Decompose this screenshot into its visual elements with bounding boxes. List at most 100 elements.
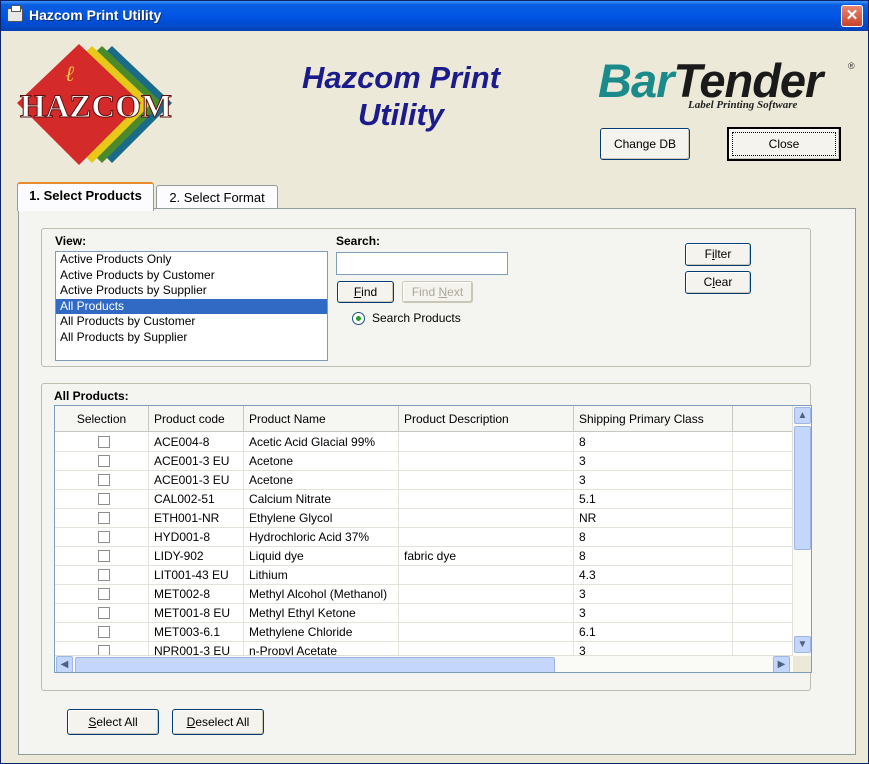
- product-name-cell: Acetone: [244, 452, 399, 471]
- search-label: Search:: [336, 234, 381, 248]
- selection-checkbox[interactable]: [98, 531, 110, 543]
- selection-checkbox[interactable]: [98, 474, 110, 486]
- product-name-cell: Acetic Acid Glacial 99%: [244, 433, 399, 452]
- selection-cell: [55, 623, 149, 642]
- product-description-cell: [399, 604, 574, 623]
- selection-cell: [55, 490, 149, 509]
- product-description-cell: [399, 433, 574, 452]
- list-item[interactable]: Active Products by Customer: [56, 268, 327, 284]
- table-row[interactable]: ETH001-NR Ethylene Glycol NR: [55, 509, 793, 528]
- product-name-cell: Lithium: [244, 566, 399, 585]
- filler-cell: [733, 528, 793, 547]
- scroll-right-icon[interactable]: ▶: [773, 656, 790, 672]
- scroll-corner: [793, 656, 811, 672]
- selection-checkbox[interactable]: [98, 550, 110, 562]
- products-grid[interactable]: Selection Product code Product Name Prod…: [54, 405, 812, 673]
- selection-checkbox[interactable]: [98, 455, 110, 467]
- selection-checkbox[interactable]: [98, 569, 110, 581]
- product-code-cell: ACE001-3 EU: [149, 452, 244, 471]
- table-row[interactable]: MET002-8 Methyl Alcohol (Methanol) 3: [55, 585, 793, 604]
- selection-cell: [55, 604, 149, 623]
- deselect-all-button[interactable]: Deselect All: [172, 709, 264, 735]
- main-window: Hazcom Print Utility ✕ ℓ HAZCOM Hazcom P…: [0, 0, 869, 764]
- shipping-class-cell: 3: [574, 585, 733, 604]
- change-db-button[interactable]: Change DB: [600, 128, 690, 160]
- scroll-left-icon[interactable]: ◀: [56, 656, 73, 672]
- column-header-class[interactable]: Shipping Primary Class: [574, 406, 733, 432]
- selection-checkbox[interactable]: [98, 588, 110, 600]
- column-header-name[interactable]: Product Name: [244, 406, 399, 432]
- app-title-line2: Utility: [357, 97, 445, 132]
- tab-select-products[interactable]: 1. Select Products: [17, 182, 154, 211]
- selection-checkbox[interactable]: [98, 626, 110, 638]
- column-header-filler: [733, 406, 793, 432]
- table-row[interactable]: LIDY-902 Liquid dye fabric dye 8: [55, 547, 793, 566]
- horizontal-scrollbar[interactable]: ◀ ▶: [55, 655, 793, 672]
- scroll-up-icon[interactable]: ▲: [794, 407, 811, 424]
- view-listbox[interactable]: Active Products Only Active Products by …: [55, 251, 328, 361]
- table-row[interactable]: CAL002-51 Calcium Nitrate 5.1: [55, 490, 793, 509]
- selection-cell: [55, 547, 149, 566]
- shipping-class-cell: 6.1: [574, 623, 733, 642]
- selection-cell: [55, 528, 149, 547]
- shipping-class-cell: 4.3: [574, 566, 733, 585]
- find-button[interactable]: Find: [337, 281, 394, 303]
- window-close-button[interactable]: ✕: [841, 5, 863, 27]
- selection-checkbox[interactable]: [98, 607, 110, 619]
- product-name-cell: Methyl Alcohol (Methanol): [244, 585, 399, 604]
- product-name-cell: Methyl Ethyl Ketone: [244, 604, 399, 623]
- product-description-cell: [399, 490, 574, 509]
- selection-cell: [55, 433, 149, 452]
- list-item[interactable]: Active Products Only: [56, 252, 327, 268]
- vertical-scrollbar[interactable]: ▲ ▼: [792, 406, 811, 656]
- search-input[interactable]: [336, 252, 508, 275]
- select-all-button[interactable]: Select All: [67, 709, 159, 735]
- close-button[interactable]: Close: [727, 127, 841, 161]
- product-description-cell: [399, 585, 574, 604]
- table-row[interactable]: ACE004-8 Acetic Acid Glacial 99% 8: [55, 433, 793, 452]
- list-item[interactable]: Active Products by Supplier: [56, 283, 327, 299]
- list-item[interactable]: All Products by Customer: [56, 314, 327, 330]
- horizontal-scroll-thumb[interactable]: [75, 657, 555, 672]
- search-products-radio[interactable]: [352, 312, 365, 325]
- shipping-class-cell: 3: [574, 604, 733, 623]
- column-header-selection[interactable]: Selection: [55, 406, 149, 432]
- column-header-description[interactable]: Product Description: [399, 406, 574, 432]
- selection-checkbox[interactable]: [98, 436, 110, 448]
- table-row[interactable]: HYD001-8 Hydrochloric Acid 37% 8: [55, 528, 793, 547]
- product-name-cell: Acetone: [244, 471, 399, 490]
- hazcom-logo: ℓ HAZCOM: [17, 44, 173, 165]
- view-label: View:: [55, 234, 87, 248]
- selection-cell: [55, 452, 149, 471]
- shipping-class-cell: 3: [574, 452, 733, 471]
- table-row[interactable]: ACE001-3 EU Acetone 3: [55, 471, 793, 490]
- filler-cell: [733, 471, 793, 490]
- find-next-button[interactable]: Find Next: [402, 281, 473, 303]
- app-title: Hazcom Print Utility: [271, 59, 531, 133]
- title-bar[interactable]: Hazcom Print Utility ✕: [1, 1, 868, 31]
- table-row[interactable]: MET001-8 EU Methyl Ethyl Ketone 3: [55, 604, 793, 623]
- table-row[interactable]: LIT001-43 EU Lithium 4.3: [55, 566, 793, 585]
- scroll-down-icon[interactable]: ▼: [794, 636, 811, 653]
- product-name-cell: Ethylene Glycol: [244, 509, 399, 528]
- selection-cell: [55, 585, 149, 604]
- clear-button[interactable]: Clear: [685, 271, 751, 294]
- products-label: All Products:: [54, 389, 129, 403]
- shipping-class-cell: 8: [574, 547, 733, 566]
- product-code-cell: MET002-8: [149, 585, 244, 604]
- product-description-cell: [399, 566, 574, 585]
- product-code-cell: HYD001-8: [149, 528, 244, 547]
- shipping-class-cell: NR: [574, 509, 733, 528]
- filler-cell: [733, 604, 793, 623]
- column-header-code[interactable]: Product code: [149, 406, 244, 432]
- selection-checkbox[interactable]: [98, 512, 110, 524]
- vertical-scroll-thumb[interactable]: [794, 426, 811, 550]
- list-item[interactable]: All Products by Supplier: [56, 330, 327, 346]
- filter-button[interactable]: Filter: [685, 243, 751, 266]
- list-item-selected[interactable]: All Products: [56, 298, 327, 314]
- table-row[interactable]: ACE001-3 EU Acetone 3: [55, 452, 793, 471]
- filler-cell: [733, 547, 793, 566]
- table-row[interactable]: MET003-6.1 Methylene Chloride 6.1: [55, 623, 793, 642]
- product-name-cell: Hydrochloric Acid 37%: [244, 528, 399, 547]
- selection-checkbox[interactable]: [98, 493, 110, 505]
